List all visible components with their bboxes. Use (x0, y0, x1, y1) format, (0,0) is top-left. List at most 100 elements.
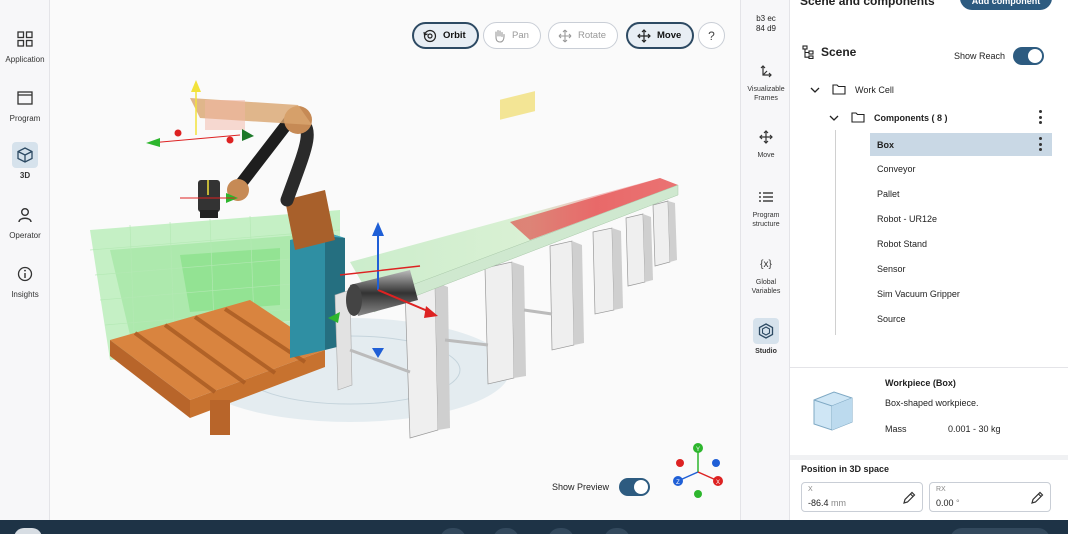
tool-move[interactable]: Move (741, 126, 791, 160)
tool-visualizable-frames[interactable]: Visualizable Frames (741, 60, 791, 103)
tool-label: Move (757, 152, 775, 159)
field-value: -86.4 mm (808, 498, 846, 508)
tool-label: Visualizable (747, 86, 785, 93)
bottom-control-1[interactable] (440, 528, 466, 534)
tree-item-component[interactable]: Pallet (870, 183, 1052, 206)
tool-global-variables[interactable]: {x} Global Variables (741, 253, 791, 296)
move-arrows-icon (754, 126, 778, 148)
tree-label: Sensor (877, 264, 906, 274)
tree-label: Source (877, 313, 906, 324)
pencil-icon[interactable] (902, 491, 916, 505)
help-icon: ? (708, 28, 715, 43)
orbit-button[interactable]: Orbit (412, 22, 479, 49)
nav-item-insights[interactable]: Insights (0, 261, 50, 299)
mass-value: 0.001 - 30 kg (948, 424, 1001, 434)
nav-label: Program (9, 114, 41, 123)
field-label: RX (936, 486, 946, 493)
frames-icon (754, 60, 778, 82)
scene-panel: Scene and components Add component Scene… (790, 0, 1068, 520)
show-reach-control: Show Reach (954, 47, 1045, 65)
nav-label: Operator (9, 231, 41, 240)
nav-item-application[interactable]: Application (0, 26, 50, 64)
svg-text:Y: Y (696, 447, 700, 453)
workpiece-title: Workpiece (Box) (885, 378, 956, 388)
folder-icon (832, 84, 846, 95)
bottom-control-3[interactable] (548, 528, 574, 534)
position-rx-field[interactable]: RX 0.00 ° (929, 482, 1051, 512)
show-preview-control: Show Preview (552, 478, 651, 496)
grid-icon (12, 26, 38, 52)
pencil-icon[interactable] (1030, 491, 1044, 505)
tool-studio[interactable]: Studio (741, 318, 791, 356)
svg-text:X: X (716, 480, 720, 486)
svg-text:Z: Z (676, 480, 680, 486)
panel-title: Scene and components (800, 0, 935, 8)
add-component-button[interactable]: Add component (960, 0, 1052, 10)
tool-program-structure[interactable]: Program structure (741, 186, 791, 229)
axis-triad[interactable]: Y Z X (673, 443, 723, 498)
tool-label: Global (755, 279, 777, 286)
bottom-control-5[interactable] (950, 528, 1050, 534)
tool-label: Studio (755, 348, 777, 355)
help-button[interactable]: ? (698, 22, 725, 49)
scene-title: Scene (821, 45, 857, 59)
robot-id: b3 ec 84 d9 (741, 14, 791, 34)
position-title: Position in 3D space (801, 464, 890, 474)
tree-label: Pallet (877, 189, 900, 200)
tree-item-component[interactable]: Sim Vacuum Gripper (870, 282, 1052, 305)
chevron-down-icon (810, 87, 820, 93)
position-x-field[interactable]: X -86.4 mm (801, 482, 923, 512)
hexagon-icon (753, 318, 779, 344)
field-value: 0.00 ° (936, 498, 960, 508)
rotate-button[interactable]: Rotate (548, 22, 618, 49)
tree-item-component[interactable]: Box (870, 133, 1052, 156)
rx-unit: ° (956, 498, 960, 508)
tree-label: Components ( 8 ) (874, 112, 948, 123)
divider (790, 455, 1068, 460)
nav-item-program[interactable]: Program (0, 85, 50, 123)
pan-label: Pan (512, 30, 529, 41)
bottom-status-bar (0, 520, 1068, 534)
workpiece-description: Box-shaped workpiece. (885, 398, 979, 408)
tree-item-components[interactable]: Components ( 8 ) (790, 106, 1052, 129)
tree-label: Work Cell (855, 84, 894, 95)
window-icon (12, 85, 38, 111)
x-unit: mm (831, 498, 847, 508)
tree-label: Conveyor (877, 164, 916, 175)
bottom-control-2[interactable] (493, 528, 519, 534)
list-icon (754, 186, 778, 208)
tree-item-component[interactable]: Robot - UR12e (870, 208, 1052, 231)
tree-item-component[interactable]: Robot Stand (870, 233, 1052, 256)
hand-icon (495, 29, 505, 43)
tree-item-work-cell[interactable]: Work Cell (790, 78, 1052, 101)
scene-heading: Scene (802, 45, 856, 59)
show-preview-toggle[interactable] (619, 478, 651, 496)
tree-item-component[interactable]: Conveyor (870, 158, 1052, 181)
orbit-icon (423, 29, 437, 42)
tree-item-component[interactable]: Source (870, 307, 1052, 330)
tool-strip: b3 ec 84 d9 Visualizable Frames Move Pro… (740, 0, 790, 520)
chevron-down-icon (829, 115, 839, 121)
orbit-label: Orbit (443, 30, 466, 41)
show-preview-label: Show Preview (552, 482, 610, 492)
variables-icon: {x} (760, 258, 772, 270)
scene-canvas[interactable]: Y Z X (50, 0, 740, 520)
nav-item-operator[interactable]: Operator (0, 202, 50, 240)
robot-id-line: b3 ec (756, 14, 776, 23)
more-vert-icon[interactable] (1038, 110, 1042, 124)
pan-button[interactable]: Pan (483, 22, 541, 49)
tool-label: structure (752, 221, 780, 228)
3d-viewport[interactable]: Y Z X Orbit Pan Rotate Move ? Show Previ… (50, 0, 740, 520)
folder-icon (851, 112, 865, 123)
move-button[interactable]: Move (626, 22, 695, 49)
tree-item-component[interactable]: Sensor (870, 258, 1052, 281)
nav-item-3d[interactable]: 3D (0, 142, 50, 180)
more-vert-icon[interactable] (1038, 137, 1042, 151)
tool-label: Frames (754, 95, 778, 102)
nav-label: 3D (19, 171, 31, 180)
bottom-control-4[interactable] (604, 528, 630, 534)
move-icon (637, 28, 651, 43)
info-icon (12, 261, 38, 287)
show-reach-toggle[interactable] (1013, 47, 1045, 65)
tool-label: Program (752, 212, 780, 219)
